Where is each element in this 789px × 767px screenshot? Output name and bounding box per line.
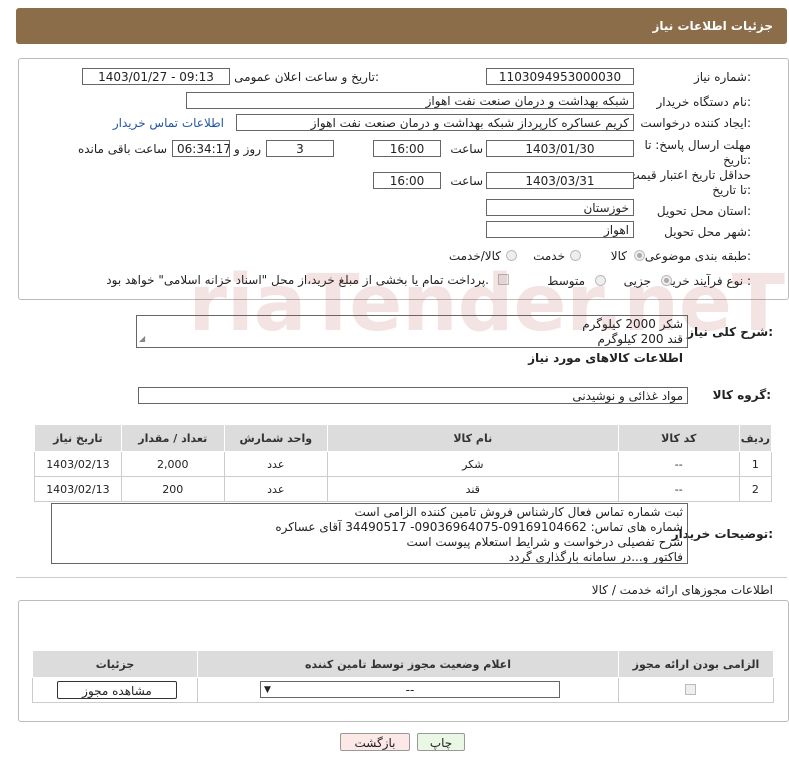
summary-label: شرح کلی نیاز:	[687, 325, 773, 339]
reply-deadline-label: مهلت ارسال پاسخ: تا تاریخ:	[644, 138, 751, 167]
city-field: اهواز	[486, 221, 634, 238]
permit-status-cell: -- ▼	[197, 677, 619, 703]
province-field: خوزستان	[486, 199, 634, 216]
cell: عدد	[223, 451, 328, 477]
category-radio-goods-service[interactable]	[506, 250, 517, 261]
cell: --	[617, 451, 740, 477]
category-option-service: خدمت	[533, 249, 565, 263]
notes-line-3: شرح تفصیلی درخواست و شرایط استعلام پیوست…	[406, 535, 683, 549]
treasury-payment-checkbox[interactable]	[498, 274, 509, 285]
reply-time-label: ساعت	[450, 142, 483, 156]
category-radio-goods[interactable]	[634, 250, 645, 261]
buyer-notes-textarea[interactable]: ثبت شماره تماس فعال کارشناس فروش تامین ک…	[51, 503, 688, 564]
permits-table-header: الزامی بودن ارائه مجوز اعلام وضعیت مجوز …	[32, 650, 774, 678]
goods-table-header: ردیف کد کالا نام کالا واحد شمارش تعداد /…	[34, 424, 773, 452]
cell: عدد	[223, 476, 328, 502]
summary-line-2: قند 200 کیلوگرم	[597, 332, 683, 346]
summary-textarea[interactable]: شکر 2000 کیلوگرم قند 200 کیلوگرم ◢	[136, 315, 688, 348]
process-label: نوع فرآیند خرید :	[666, 274, 751, 288]
cell: 2	[738, 476, 773, 502]
remaining-time-field: 06:34:17	[172, 140, 230, 157]
reply-time-field: 16:00	[373, 140, 441, 157]
permit-status-select[interactable]: -- ▼	[260, 681, 560, 698]
col-name: نام کالا	[326, 424, 619, 452]
cell: 1403/02/13	[34, 476, 122, 502]
province-label: استان محل تحویل:	[656, 204, 751, 218]
buyer-org-field: شبکه بهداشت و درمان صنعت نفت اهواز	[186, 92, 634, 109]
divider	[16, 577, 787, 578]
view-permit-button[interactable]: مشاهده مجوز	[57, 681, 177, 699]
creator-label: ایجاد کننده درخواست:	[640, 116, 751, 130]
price-time-label: ساعت	[450, 174, 483, 188]
category-label: طبقه بندی موضوعی:	[644, 249, 751, 263]
col-qty: تعداد / مقدار	[120, 424, 225, 452]
cell: 200	[120, 476, 225, 502]
permit-required-checkbox	[685, 684, 696, 695]
permit-details-cell: مشاهده مجوز	[32, 677, 198, 703]
col-date: تاریخ نیاز	[34, 424, 122, 452]
announce-date-field: 1403/01/27 - 09:13	[82, 68, 230, 85]
cell: 1403/02/13	[34, 451, 122, 477]
notes-line-1: ثبت شماره تماس فعال کارشناس فروش تامین ک…	[354, 505, 684, 519]
print-button[interactable]: چاپ	[417, 733, 465, 751]
process-option-medium: متوسط	[547, 274, 585, 288]
permits-table: الزامی بودن ارائه مجوز اعلام وضعیت مجوز …	[32, 650, 774, 703]
goods-group-label: گروه کالا:	[712, 388, 771, 402]
remaining-time-label: ساعت باقی مانده	[77, 142, 167, 156]
category-option-goods-service: کالا/خدمت	[448, 249, 501, 263]
permit-required-cell	[618, 677, 774, 703]
col-code: کد کالا	[617, 424, 740, 452]
cell: قند	[326, 476, 619, 502]
goods-table: ردیف کد کالا نام کالا واحد شمارش تعداد /…	[34, 424, 773, 502]
col-row: ردیف	[738, 424, 773, 452]
notes-line-2: شماره های تماس: 09169104662-09036964075-…	[275, 520, 683, 534]
days-label: روز و	[234, 142, 261, 156]
category-option-goods: کالا	[610, 249, 627, 263]
city-label: شهر محل تحویل:	[664, 225, 751, 239]
chevron-down-icon: ▼	[264, 685, 271, 695]
announce-label: تاریخ و ساعت اعلان عمومی:	[234, 70, 379, 84]
cell: شکر	[326, 451, 619, 477]
table-row: -- ▼ مشاهده مجوز	[32, 677, 774, 703]
col-permit-status: اعلام وضعیت مجوز توسط تامین کننده	[197, 650, 619, 678]
cell: 2,000	[120, 451, 225, 477]
goods-section-title: اطلاعات کالاهای مورد نیاز	[528, 351, 683, 365]
treasury-payment-note: پرداخت تمام یا بخشی از مبلغ خرید،از محل …	[106, 273, 489, 287]
creator-field: کریم عساکره کارپرداز شبکه بهداشت و درمان…	[236, 114, 634, 131]
process-radio-minor[interactable]	[661, 275, 672, 286]
table-row: 2 -- قند عدد 200 1403/02/13	[34, 476, 773, 502]
permit-status-value: --	[405, 683, 415, 697]
buyer-contact-link[interactable]: اطلاعات تماس خریدار	[113, 116, 224, 130]
price-date-field: 1403/03/31	[486, 172, 634, 189]
cell: 1	[738, 451, 773, 477]
days-field: 3	[266, 140, 334, 157]
notes-line-4: فاکتور و...در سامانه بارگذاری گردد	[508, 550, 683, 564]
process-option-minor: جزیی	[623, 274, 651, 288]
page-header: جزئیات اطلاعات نیاز	[16, 8, 787, 44]
table-row: 1 -- شکر عدد 2,000 1403/02/13	[34, 451, 773, 477]
buyer-org-label: نام دستگاه خریدار:	[656, 95, 752, 109]
process-radio-medium[interactable]	[595, 275, 606, 286]
price-validity-label: حداقل تاریخ اعتبار قیمت: تا تاریخ:	[624, 168, 751, 197]
goods-group-field: مواد غذائی و نوشیدنی	[138, 387, 688, 404]
back-button[interactable]: بازگشت	[340, 733, 410, 751]
need-number-label: شماره نیاز:	[693, 70, 751, 84]
reply-date-field: 1403/01/30	[486, 140, 634, 157]
need-number-field: 1103094953000030	[486, 68, 634, 85]
col-permit-details: جزئیات	[32, 650, 198, 678]
page-title: جزئیات اطلاعات نیاز	[652, 19, 773, 33]
col-permit-required: الزامی بودن ارائه مجوز	[618, 650, 774, 678]
cell: --	[617, 476, 740, 502]
permits-title: اطلاعات مجوزهای ارائه خدمت / کالا	[591, 583, 773, 597]
col-unit: واحد شمارش	[223, 424, 328, 452]
summary-line-1: شکر 2000 کیلوگرم	[582, 317, 683, 331]
price-time-field: 16:00	[373, 172, 441, 189]
resize-grip-icon[interactable]: ◢	[139, 331, 145, 346]
category-radio-service[interactable]	[570, 250, 581, 261]
